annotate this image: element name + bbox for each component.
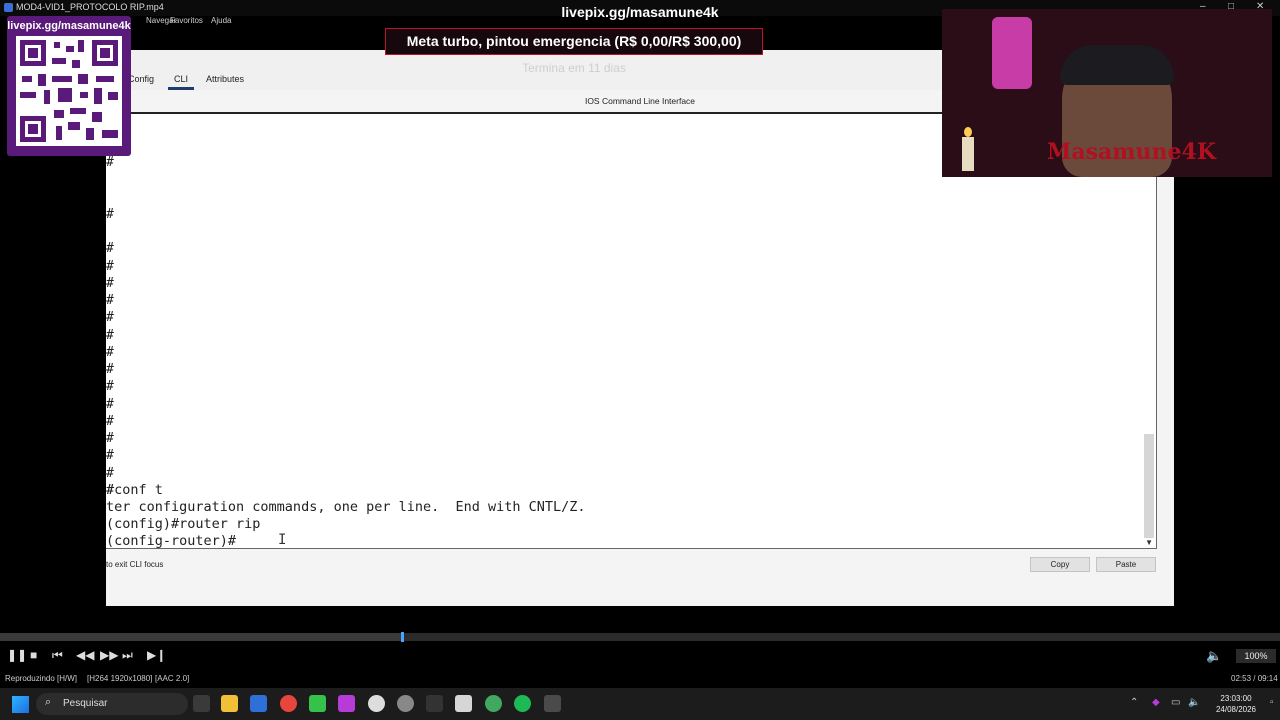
browser-icon[interactable] — [485, 695, 502, 712]
status-video-codec: [H264 1920x1080] — [87, 674, 153, 683]
clock-time: 23:03:00 — [1220, 694, 1252, 703]
lamp-image — [992, 17, 1032, 89]
cli-prompt-hash: # — [106, 431, 114, 446]
streamer-hair-image — [1060, 45, 1174, 85]
search-icon: ⌕ — [45, 696, 52, 708]
cli-prompt-hash: # — [106, 397, 114, 412]
flame-image — [964, 127, 972, 137]
task-view-icon[interactable] — [193, 695, 210, 712]
tab-attributes[interactable]: Attributes — [206, 74, 244, 84]
clock-date: 24/08/2026 — [1215, 705, 1257, 714]
search-placeholder: Pesquisar — [63, 698, 108, 709]
status-playing: Reproduzindo [H/W] — [5, 674, 78, 683]
paste-button[interactable]: Paste — [1096, 557, 1156, 572]
steam-icon[interactable] — [368, 695, 385, 712]
status-time: 02:53 / 09:14 — [1231, 674, 1278, 683]
qr-code-image — [16, 36, 122, 146]
scroll-down-icon[interactable]: ▼ — [1145, 538, 1153, 547]
candle-image — [962, 137, 974, 171]
cli-prompt-hash: # — [106, 379, 114, 394]
previous-icon[interactable]: ⏮ — [52, 648, 63, 663]
cli-prompt-hash: # — [106, 207, 114, 222]
qr-donation-panel: livepix.gg/masamune4k — [7, 16, 131, 156]
chrome-icon[interactable] — [280, 695, 297, 712]
cli-output-line: ter configuration commands, one per line… — [106, 499, 586, 515]
screen: MOD4-VID1_PROTOCOLO RIP.mp4 – □ ✕ Navega… — [0, 0, 1280, 720]
media-player-icon[interactable] — [544, 695, 561, 712]
app-icon[interactable] — [338, 695, 355, 712]
cli-prompt-hash: # — [106, 448, 114, 463]
tab-config[interactable]: Config — [128, 74, 154, 84]
status-audio-codec: [AAC 2.0] — [155, 674, 190, 683]
forward-icon[interactable]: ▶▶ — [100, 648, 118, 662]
terminal-icon[interactable] — [426, 695, 443, 712]
rewind-icon[interactable]: ◀◀ — [76, 648, 94, 662]
taskbar-clock[interactable]: 23:03:00 24/08/2026 — [1206, 693, 1266, 715]
file-explorer-icon[interactable] — [221, 695, 238, 712]
taskbar-search[interactable]: ⌕ Pesquisar — [36, 693, 188, 715]
cli-output-line: (config-router)# — [106, 533, 237, 549]
webcam-overlay: Masamune4K — [942, 9, 1272, 177]
cli-output-line: (config)#router rip — [106, 516, 261, 532]
cli-prompt-hash: # — [106, 241, 114, 256]
pause-icon[interactable]: ❚❚ — [7, 648, 27, 662]
copy-button[interactable]: Copy — [1030, 557, 1090, 572]
speaker-icon[interactable]: 🔈 — [1188, 697, 1200, 708]
whatsapp-icon[interactable] — [309, 695, 326, 712]
windows-start-icon[interactable] — [12, 696, 29, 713]
seek-handle[interactable] — [400, 632, 404, 642]
cli-focus-hint: to exit CLI focus — [106, 560, 164, 569]
cli-output-line: #conf t — [106, 482, 163, 498]
cli-prompt-hash: # — [106, 362, 114, 377]
seek-bar-progress — [0, 633, 401, 641]
tray-chevron-icon[interactable]: ⌃ — [1130, 697, 1138, 708]
qr-url: livepix.gg/masamune4k — [7, 20, 131, 32]
cli-terminal[interactable]: # # # # # # # # # # # # # # # # # #conf … — [106, 112, 1157, 549]
notification-icon[interactable]: ▫ — [1270, 697, 1274, 708]
network-icon[interactable]: ▭ — [1171, 697, 1180, 708]
cli-prompt-hash: # — [106, 155, 114, 170]
next-icon[interactable]: ⏭ — [122, 648, 133, 663]
donation-goal-subtitle: Termina em 11 dias — [522, 61, 626, 75]
cli-prompt-hash: # — [106, 345, 114, 360]
cli-prompt-hash: # — [106, 276, 114, 291]
streamer-logo: Masamune4K — [1047, 139, 1216, 165]
store-icon[interactable] — [250, 695, 267, 712]
cli-prompt-hash: # — [106, 259, 114, 274]
taskbar: ⌕ Pesquisar ⌃ ◆ ▭ 🔈 23:03:00 24/08/2026 … — [0, 688, 1280, 720]
text-cursor-icon: I — [278, 532, 287, 548]
cli-prompt-hash: # — [106, 310, 114, 325]
tab-cli[interactable]: CLI — [167, 74, 195, 90]
seek-bar[interactable] — [0, 632, 1280, 642]
tray-app-icon[interactable]: ◆ — [1152, 697, 1160, 708]
volume-icon[interactable]: 🔈 — [1206, 648, 1222, 664]
spotify-icon[interactable] — [514, 695, 531, 712]
cli-prompt-hash: # — [106, 293, 114, 308]
cli-prompt-hash: # — [106, 414, 114, 429]
donation-goal: Meta turbo, pintou emergencia (R$ 0,00/R… — [385, 28, 763, 55]
window-icon[interactable] — [455, 695, 472, 712]
obs-icon[interactable] — [397, 695, 414, 712]
frame-step-icon[interactable]: ▶❙ — [147, 648, 166, 662]
stop-icon[interactable]: ■ — [30, 648, 37, 662]
volume-level[interactable]: 100% — [1236, 649, 1276, 663]
cli-prompt-hash: # — [106, 466, 114, 481]
cli-scrollbar[interactable] — [1144, 434, 1154, 538]
cli-prompt-hash: # — [106, 328, 114, 343]
